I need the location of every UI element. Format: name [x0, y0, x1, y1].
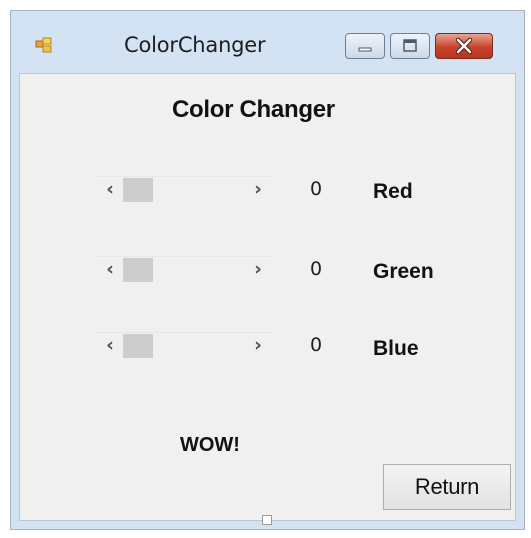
blue-value: 0	[310, 334, 323, 356]
green-value: 0	[310, 258, 323, 280]
green-scroll-thumb[interactable]	[123, 258, 153, 282]
colorchanger-window: ColorChanger Color Changer ‹ › 0 Red ‹ ›…	[10, 10, 525, 530]
form-client-area: Color Changer ‹ › 0 Red ‹ › 0 Green ‹ ›	[19, 73, 516, 521]
maximize-icon	[403, 39, 417, 52]
close-button[interactable]	[435, 33, 493, 59]
resize-handle[interactable]	[262, 515, 272, 525]
message-label: WOW!	[180, 434, 240, 456]
scroll-right-arrow-icon[interactable]: ›	[246, 177, 270, 203]
page-title: Color Changer	[172, 96, 335, 123]
return-button[interactable]: Return	[383, 464, 511, 510]
maximize-button[interactable]	[390, 33, 430, 59]
screen: ColorChanger Color Changer ‹ › 0 Red ‹ ›…	[0, 0, 531, 538]
blue-scroll-thumb[interactable]	[123, 334, 153, 358]
scroll-right-arrow-icon[interactable]: ›	[246, 257, 270, 283]
green-label: Green	[373, 260, 434, 283]
scroll-right-arrow-icon[interactable]: ›	[246, 333, 270, 359]
scroll-left-arrow-icon[interactable]: ‹	[98, 333, 122, 359]
title-bar[interactable]: ColorChanger	[11, 11, 524, 73]
blue-scrollbar[interactable]: ‹ ›	[96, 332, 272, 359]
green-scrollbar[interactable]: ‹ ›	[96, 256, 272, 283]
close-icon	[455, 37, 473, 55]
minimize-icon	[358, 47, 372, 52]
red-value: 0	[310, 178, 323, 200]
minimize-button[interactable]	[345, 33, 385, 59]
red-scrollbar[interactable]: ‹ ›	[96, 176, 272, 203]
scroll-left-arrow-icon[interactable]: ‹	[98, 177, 122, 203]
red-scroll-thumb[interactable]	[123, 178, 153, 202]
window-title: ColorChanger	[124, 33, 266, 57]
red-label: Red	[373, 180, 413, 203]
app-icon	[35, 37, 53, 53]
blue-label: Blue	[373, 337, 419, 360]
scroll-left-arrow-icon[interactable]: ‹	[98, 257, 122, 283]
